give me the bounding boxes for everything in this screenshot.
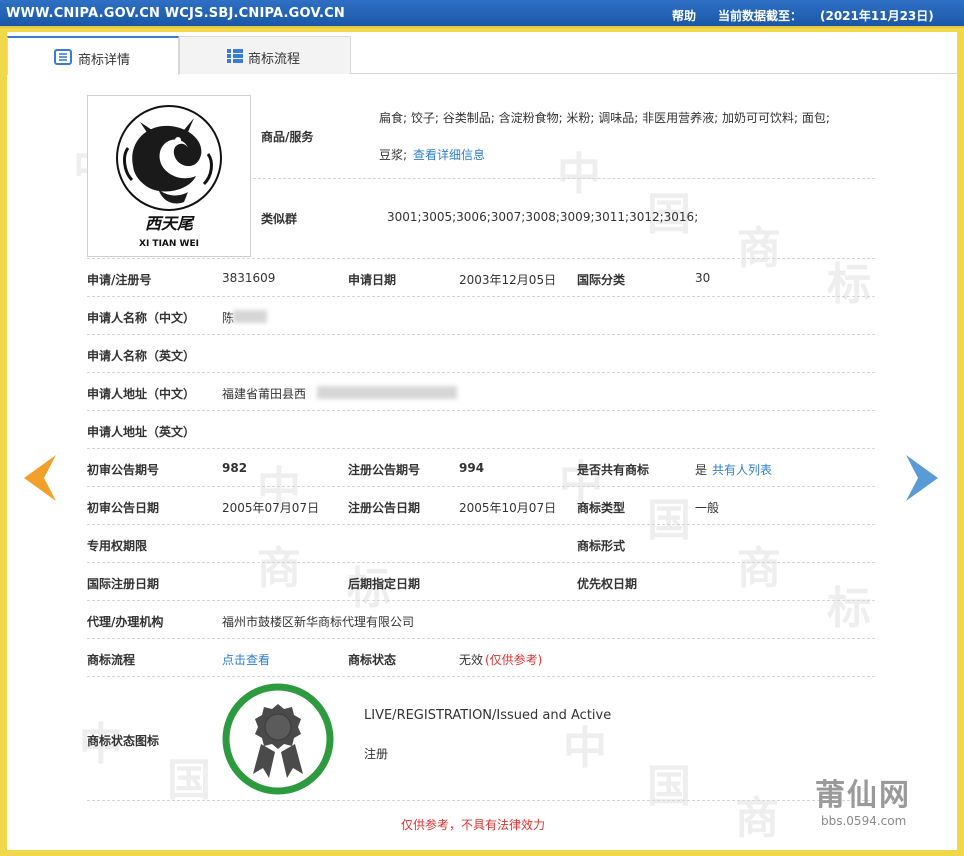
reg-no-value: 3831609: [222, 271, 276, 285]
divider: [87, 676, 875, 677]
app-date-value: 2003年12月05日: [459, 273, 557, 287]
status-en-text: LIVE/REGISTRATION/Issued and Active: [364, 708, 612, 723]
tm-type-value: 一般: [695, 501, 720, 515]
status-icon-label: 商标状态图标: [87, 734, 160, 748]
shared-value: 是: [695, 463, 708, 477]
divider: [87, 600, 875, 601]
divider: [87, 562, 875, 563]
redacted-block: [317, 386, 457, 399]
process-label: 商标流程: [87, 653, 136, 667]
agent-label: 代理/办理机构: [87, 615, 164, 629]
divider: [87, 448, 875, 449]
divider: [87, 800, 875, 801]
similar-group-value: 3001;3005;3006;3007;3008;3009;3011;3012;…: [387, 210, 699, 224]
priority-date-label: 优先权日期: [577, 577, 638, 591]
similar-group-label: 类似群: [261, 212, 298, 226]
prelim-no-value: 982: [222, 461, 248, 475]
data-date-label: 当前数据截至：: [718, 9, 803, 23]
site-urls: WWW.CNIPA.GOV.CN WCJS.SBJ.CNIPA.GOV.CN: [6, 6, 345, 21]
divider: [87, 258, 875, 259]
prelim-no-label: 初审公告期号: [87, 463, 160, 477]
divider: [87, 334, 875, 335]
intl-class-label: 国际分类: [577, 273, 626, 287]
applicant-en-label: 申请人名称（英文）: [87, 349, 196, 363]
goods-label: 商品/服务: [261, 130, 314, 144]
divider: [87, 372, 875, 373]
detail-panel: 中 国 中 国 商 标 中 商 标 中 国 商 标 中 国 中 国 商 商标详情: [7, 32, 957, 850]
registered-badge-icon: [222, 683, 334, 795]
divider: [87, 296, 875, 297]
top-bar: WWW.CNIPA.GOV.CN WCJS.SBJ.CNIPA.GOV.CN 帮…: [0, 0, 964, 28]
shared-label: 是否共有商标: [577, 463, 650, 477]
trademark-logo[interactable]: 西天尾 XI TIAN WEI: [87, 95, 251, 257]
status-label: 商标状态: [348, 653, 397, 667]
status-cn-text: 注册: [364, 747, 389, 761]
agent-value: 福州市鼓楼区新华商标代理有限公司: [222, 615, 415, 629]
address-cn-label: 申请人地址（中文）: [87, 387, 196, 401]
address-cn-value: 福建省莆田县西: [222, 387, 307, 401]
logo-caption-en: XI TIAN WEI: [139, 239, 199, 249]
reg-announce-no-label: 注册公告期号: [348, 463, 421, 477]
co-owner-list-link[interactable]: 共有人列表: [712, 461, 772, 478]
logo-caption-cn: 西天尾: [145, 214, 195, 233]
exclusive-period-label: 专用权期限: [87, 539, 148, 553]
tm-form-label: 商标形式: [577, 539, 626, 553]
detail-content: 西天尾 XI TIAN WEI 商品/服务 扁食; 饺子; 谷类制品; 含淀粉食…: [7, 32, 957, 850]
process-view-link[interactable]: 点击查看: [222, 651, 270, 668]
goods-text-line1: 扁食; 饺子; 谷类制品; 含淀粉食物; 米粉; 调味品; 非医用营养液; 加奶…: [379, 111, 830, 125]
data-date-value: (2021年11月23日): [820, 9, 934, 23]
intl-class-value: 30: [695, 271, 711, 285]
reg-announce-date-label: 注册公告日期: [348, 501, 421, 515]
divider: [87, 486, 875, 487]
address-en-label: 申请人地址（英文）: [87, 425, 196, 439]
goods-detail-link[interactable]: 查看详细信息: [413, 146, 485, 163]
divider: [87, 524, 875, 525]
next-arrow-icon[interactable]: [906, 455, 938, 501]
app-date-label: 申请日期: [348, 273, 397, 287]
reg-announce-no-value: 994: [459, 461, 485, 475]
dragon-emblem-image: 西天尾 XI TIAN WEI: [116, 105, 222, 249]
disclaimer-note: 仅供参考，不具有法律效力: [401, 818, 546, 832]
applicant-cn-label: 申请人名称（中文）: [87, 311, 196, 325]
divider: [87, 638, 875, 639]
goods-text-line2: 豆浆;: [379, 148, 408, 162]
divider: [87, 410, 875, 411]
status-value: 无效: [459, 653, 484, 667]
prelim-date-value: 2005年07月07日: [222, 501, 320, 515]
site-watermark-logo: 莆仙网 bbs.0594.com: [815, 778, 911, 828]
reg-announce-date-value: 2005年10月07日: [459, 501, 557, 515]
reg-no-label: 申请/注册号: [87, 273, 152, 287]
divider: [253, 178, 875, 179]
previous-arrow-icon[interactable]: [24, 455, 56, 501]
intl-reg-date-label: 国际注册日期: [87, 577, 160, 591]
redacted-block: [233, 310, 267, 323]
status-note: (仅供参考): [485, 653, 543, 667]
help-link[interactable]: 帮助: [672, 7, 696, 24]
prelim-date-label: 初审公告日期: [87, 501, 160, 515]
tm-type-label: 商标类型: [577, 501, 626, 515]
later-designation-label: 后期指定日期: [348, 577, 421, 591]
